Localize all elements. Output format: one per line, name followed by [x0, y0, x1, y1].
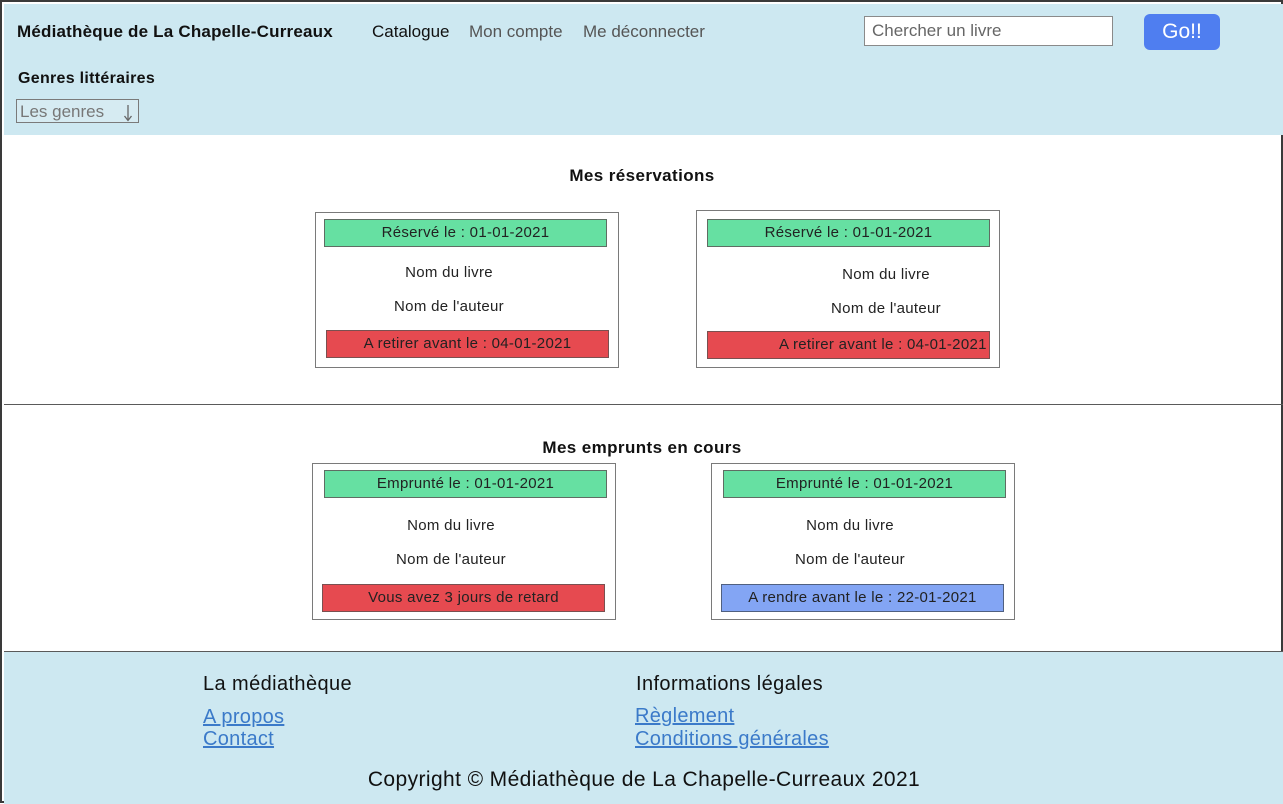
genres-select-value: Les genres — [20, 102, 105, 121]
author-name: Nom de l'auteur — [394, 298, 504, 315]
reservation-card: Réservé le : 01-01-2021 Nom du livre Nom… — [696, 210, 1000, 368]
nav-catalogue[interactable]: Catalogue — [372, 22, 450, 42]
author-name: Nom de l'auteur — [831, 300, 941, 317]
header: Médiathèque de La Chapelle-Curreaux Cata… — [4, 4, 1283, 135]
pickup-deadline: A retirer avant le : 04-01-2021 — [326, 330, 609, 358]
book-name: Nom du livre — [806, 517, 894, 534]
nav-mon-compte[interactable]: Mon compte — [469, 22, 563, 42]
reservation-date: Réservé le : 01-01-2021 — [324, 219, 607, 247]
arrow-down-icon — [123, 105, 133, 122]
section-divider — [4, 404, 1283, 405]
footer-heading-legal: Informations légales — [636, 673, 823, 695]
footer-link-contact[interactable]: Contact — [203, 728, 274, 751]
reservation-date: Réservé le : 01-01-2021 — [707, 219, 990, 247]
reservation-card: Réservé le : 01-01-2021 Nom du livre Nom… — [315, 212, 619, 368]
footer-link-conditions[interactable]: Conditions générales — [635, 728, 829, 751]
loan-card: Emprunté le : 01-01-2021 Nom du livre No… — [312, 463, 616, 620]
search-input[interactable] — [864, 16, 1113, 46]
book-name: Nom du livre — [842, 266, 930, 283]
footer-heading-mediatheque: La médiathèque — [203, 673, 353, 695]
loan-status: A rendre avant le le : 22-01-2021 — [721, 584, 1004, 612]
author-name: Nom de l'auteur — [795, 551, 905, 568]
page-frame: Médiathèque de La Chapelle-Curreaux Cata… — [0, 0, 1283, 804]
loan-date: Emprunté le : 01-01-2021 — [723, 470, 1006, 498]
book-name: Nom du livre — [405, 264, 493, 281]
copyright: Copyright © Médiathèque de La Chapelle-C… — [367, 768, 921, 791]
footer-link-a-propos[interactable]: A propos — [203, 706, 284, 729]
loan-date: Emprunté le : 01-01-2021 — [324, 470, 607, 498]
search-go-button[interactable]: Go!! — [1144, 14, 1220, 50]
author-name: Nom de l'auteur — [396, 551, 506, 568]
loan-card: Emprunté le : 01-01-2021 Nom du livre No… — [711, 463, 1015, 620]
genres-title: Genres littéraires — [18, 70, 156, 87]
reservations-title: Mes réservations — [569, 166, 715, 185]
footer: La médiathèque A propos Contact Informat… — [4, 651, 1283, 804]
nav-deconnexion[interactable]: Me déconnecter — [583, 22, 705, 42]
loan-status: Vous avez 3 jours de retard — [322, 584, 605, 612]
genres-select[interactable]: Les genres — [16, 99, 139, 123]
book-name: Nom du livre — [407, 517, 495, 534]
pickup-deadline: A retirer avant le : 04-01-2021 — [707, 331, 990, 359]
footer-link-reglement[interactable]: Règlement — [635, 705, 734, 728]
site-title: Médiathèque de La Chapelle-Curreaux — [17, 22, 333, 41]
loans-title: Mes emprunts en cours — [542, 438, 742, 457]
